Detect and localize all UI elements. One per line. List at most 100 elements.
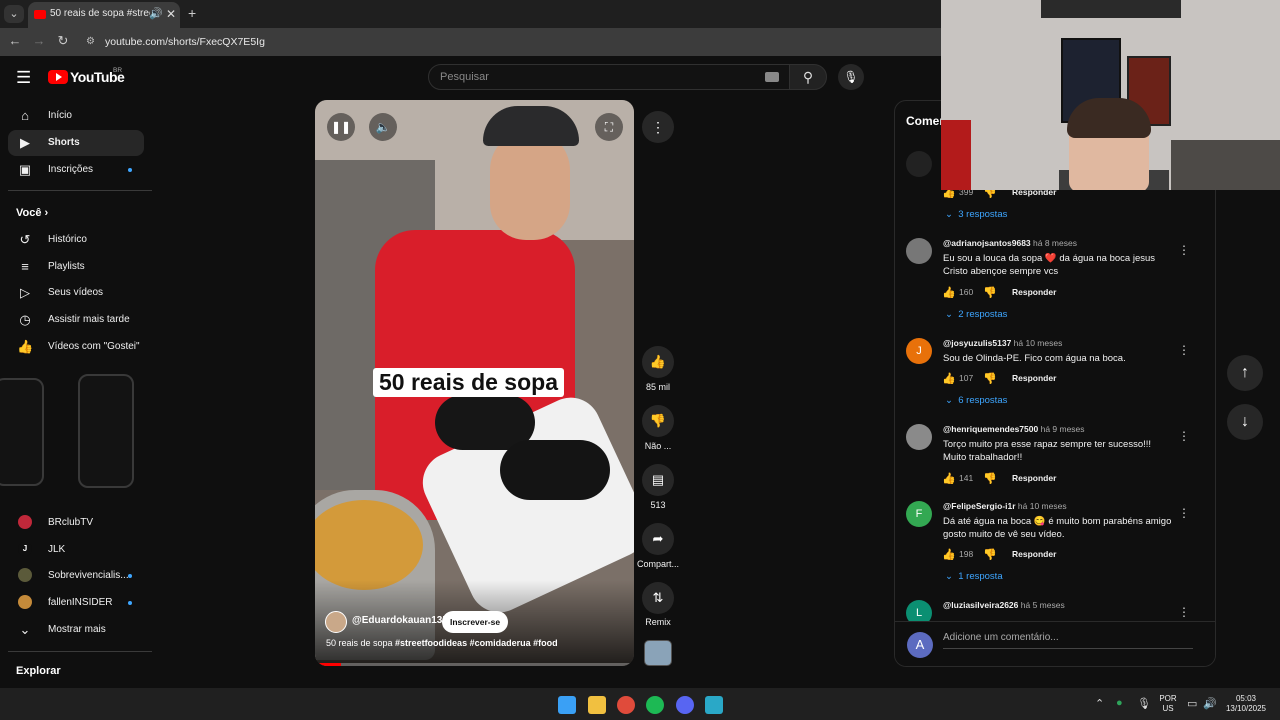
- url-field[interactable]: youtube.com/shorts/FxecQX7E5Ig: [105, 36, 265, 48]
- like-button[interactable]: 👍: [642, 346, 674, 378]
- browser-tab[interactable]: 50 reais de sopa #streetfoo 🔊 ✕: [28, 2, 180, 28]
- more-vertical-icon[interactable]: ⋮: [1178, 343, 1190, 357]
- add-comment-input[interactable]: Adicione um comentário...: [943, 632, 1059, 643]
- site-info-icon[interactable]: ⚙: [86, 36, 98, 48]
- tray-app-icon[interactable]: ●: [1116, 697, 1123, 709]
- share-button[interactable]: ➦: [642, 523, 674, 555]
- file-explorer-icon[interactable]: [588, 696, 606, 714]
- comment-avatar[interactable]: [906, 238, 932, 264]
- sidebar-item-channel[interactable]: fallenINSIDER: [8, 590, 144, 616]
- reply-button[interactable]: Responder: [1012, 287, 1056, 297]
- network-icon[interactable]: ▭: [1187, 697, 1197, 710]
- sidebar-item-channel[interactable]: BRclubTV: [8, 510, 144, 536]
- previous-short-button[interactable]: ↑: [1227, 355, 1263, 391]
- more-vertical-icon[interactable]: ⋮: [1178, 243, 1190, 257]
- comment-author[interactable]: @FelipeSergio-i1r há 10 meses: [943, 501, 1067, 511]
- pause-button[interactable]: ❚❚: [327, 113, 355, 141]
- thumbs-down-icon[interactable]: 👎: [983, 472, 997, 485]
- language-indicator[interactable]: POR US: [1156, 694, 1180, 714]
- chrome-icon[interactable]: [617, 696, 635, 714]
- more-options-button[interactable]: ⋮: [642, 111, 674, 143]
- volume-icon[interactable]: 🔊: [1203, 697, 1217, 710]
- comment-author[interactable]: @adrianojsantos9683 há 8 meses: [943, 238, 1077, 248]
- view-replies-button[interactable]: ⌄ 2 respostas: [945, 309, 1007, 320]
- subscribe-button[interactable]: Inscrever-se: [442, 611, 509, 633]
- comment-author[interactable]: @luziasilveira2626 há 5 meses: [943, 600, 1065, 610]
- sidebar-item-playlists[interactable]: ≡ Playlists: [8, 254, 144, 280]
- sidebar-item-liked-videos[interactable]: 👍 Vídeos com "Gostei": [8, 334, 144, 360]
- more-vertical-icon[interactable]: ⋮: [1178, 506, 1190, 520]
- sidebar-item-history[interactable]: ↺ Histórico: [8, 227, 144, 253]
- view-replies-button[interactable]: ⌄ 1 resposta: [945, 571, 1003, 582]
- sidebar-item-channel[interactable]: Sobrevivencialis...: [8, 563, 144, 589]
- new-tab-button[interactable]: +: [188, 5, 196, 21]
- tab-search-button[interactable]: ⌄: [4, 5, 24, 23]
- forward-arrow-icon[interactable]: →: [30, 33, 48, 48]
- comment-avatar[interactable]: J: [906, 338, 932, 364]
- view-replies-button[interactable]: ⌄ 6 respostas: [945, 395, 1007, 406]
- thumbs-down-icon[interactable]: 👎: [983, 548, 997, 561]
- comment-author[interactable]: @henriquemendes7500 há 9 meses: [943, 424, 1085, 434]
- sound-thumbnail[interactable]: [644, 640, 672, 666]
- back-arrow-icon[interactable]: ←: [6, 33, 24, 48]
- view-replies-button[interactable]: ⌄ 3 respostas: [945, 209, 1007, 220]
- shorts-video-player[interactable]: ❚❚ 🔈 ⛶ 50 reais de sopa @Eduardokauan135…: [315, 100, 634, 666]
- voice-search-button[interactable]: 🎙: [838, 64, 864, 90]
- comment-avatar[interactable]: F: [906, 501, 932, 527]
- you-section-header[interactable]: Você ›: [16, 207, 48, 219]
- sidebar-show-more[interactable]: ⌄ Mostrar mais: [8, 617, 144, 643]
- comment-author[interactable]: @josyuzulis5137 há 10 meses: [943, 338, 1062, 348]
- thumbs-down-icon[interactable]: 👎: [983, 286, 997, 299]
- sidebar-item-shorts[interactable]: ▶ Shorts: [8, 130, 144, 156]
- channel-avatar[interactable]: [325, 611, 347, 633]
- search-input[interactable]: Pesquisar: [428, 64, 790, 90]
- sidebar-item-label: Início: [48, 110, 72, 121]
- discord-icon[interactable]: [676, 696, 694, 714]
- sidebar-item-label: Seus vídeos: [48, 287, 104, 298]
- keyboard-icon[interactable]: [765, 72, 779, 82]
- mute-button[interactable]: 🔈: [369, 113, 397, 141]
- sidebar-item-your-videos[interactable]: ▷ Seus vídeos: [8, 280, 144, 306]
- speaker-icon[interactable]: 🔊: [149, 7, 163, 20]
- dislike-button[interactable]: 👎: [642, 405, 674, 437]
- reply-button[interactable]: Responder: [1012, 473, 1056, 483]
- next-short-button[interactable]: ↓: [1227, 404, 1263, 440]
- channel-avatar: [18, 595, 32, 609]
- more-vertical-icon[interactable]: ⋮: [1178, 429, 1190, 443]
- reload-icon[interactable]: ↻: [54, 33, 72, 49]
- windows-start-icon[interactable]: [558, 696, 576, 714]
- microphone-icon[interactable]: 🎙: [1137, 697, 1151, 710]
- sidebar-item-watch-later[interactable]: ◷ Assistir mais tarde: [8, 307, 144, 333]
- reply-button[interactable]: Responder: [1012, 549, 1056, 559]
- reply-button[interactable]: Responder: [1012, 373, 1056, 383]
- hamburger-menu-icon[interactable]: ☰: [16, 68, 32, 88]
- app-icon[interactable]: [705, 696, 723, 714]
- youtube-logo[interactable]: YouTube: [48, 69, 125, 85]
- search-button[interactable]: ⚲: [789, 64, 827, 90]
- subscriptions-icon: ▣: [18, 162, 32, 177]
- video-description[interactable]: 50 reais de sopa #streetfoodideas #comid…: [326, 638, 558, 648]
- sidebar-item-channel[interactable]: J JLK: [8, 537, 144, 563]
- webcam-scene: [1067, 98, 1151, 138]
- thumbs-up-icon[interactable]: 👍: [942, 548, 956, 561]
- sidebar-item-subscriptions[interactable]: ▣ Inscrições: [8, 157, 144, 183]
- close-tab-icon[interactable]: ✕: [166, 7, 176, 21]
- clock[interactable]: 05:03 13/10/2025: [1222, 694, 1270, 714]
- chevron-up-icon[interactable]: ⌃: [1095, 697, 1104, 710]
- sidebar-item-home[interactable]: ⌂ Início: [8, 103, 144, 129]
- thumbs-up-icon[interactable]: 👍: [942, 472, 956, 485]
- spotify-icon[interactable]: [646, 696, 664, 714]
- comments-button[interactable]: ▤: [642, 464, 674, 496]
- progress-bar[interactable]: [315, 663, 634, 666]
- fullscreen-button[interactable]: ⛶: [595, 113, 623, 141]
- thumbs-up-icon[interactable]: 👍: [942, 372, 956, 385]
- comment-avatar[interactable]: [906, 424, 932, 450]
- hashtags[interactable]: #streetfoodideas #comidaderua #food: [395, 638, 558, 648]
- thumbs-down-icon[interactable]: 👎: [983, 372, 997, 385]
- channel-name[interactable]: @Eduardokauan135: [352, 615, 448, 626]
- thumbs-up-icon[interactable]: 👍: [942, 286, 956, 299]
- comment-avatar[interactable]: [906, 151, 932, 177]
- remix-button[interactable]: ⇅: [642, 582, 674, 614]
- country-code: BR: [113, 67, 123, 74]
- more-vertical-icon[interactable]: ⋮: [1178, 605, 1190, 619]
